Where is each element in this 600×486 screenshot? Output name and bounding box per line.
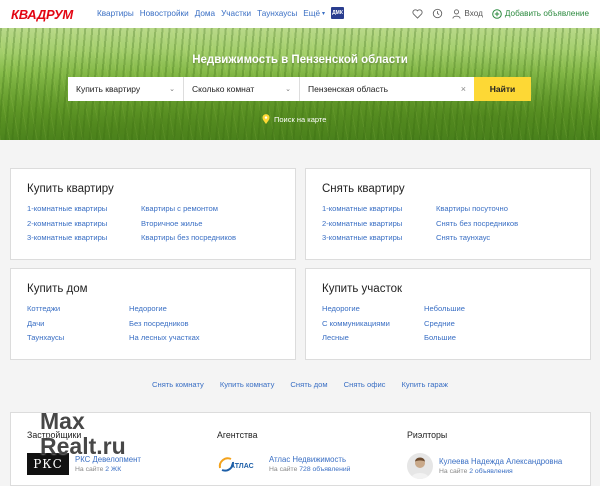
agency-name[interactable]: Атлас Недвижимость: [269, 455, 350, 464]
deal-type-select[interactable]: Купить квартиру ⌄: [68, 77, 184, 101]
main-nav: Квартиры Новостройки Дома Участки Таунха…: [97, 9, 325, 18]
link-item[interactable]: 1-комнатные квартиры: [322, 204, 436, 214]
agency-item[interactable]: АТЛАС Атлас Недвижимость На сайте 728 об…: [217, 453, 350, 475]
card-title[interactable]: Снять квартиру: [322, 183, 405, 195]
page-title: Недвижимость в Пензенской области: [192, 54, 408, 66]
user-icon: [452, 8, 461, 19]
history-icon[interactable]: [432, 8, 443, 19]
deal-type-value: Купить квартиру: [76, 84, 141, 94]
link-item[interactable]: Недорогие: [322, 304, 424, 314]
card-title[interactable]: Купить дом: [27, 283, 88, 295]
chevron-down-icon: ⌄: [169, 86, 175, 93]
link-item[interactable]: 3-комнатные квартиры: [322, 233, 436, 243]
quick-link-buy-garage[interactable]: Купить гараж: [401, 380, 447, 389]
nav-item-more[interactable]: Ещё ▾: [303, 9, 325, 18]
header-actions: Вход Добавить объявление: [412, 8, 589, 19]
map-search-link[interactable]: Поиск на карте: [262, 114, 326, 124]
agency-sub-count[interactable]: 728 объявлений: [299, 466, 350, 473]
login-button[interactable]: Вход: [452, 8, 483, 19]
plus-circle-icon: [492, 8, 502, 19]
link-item[interactable]: Коттеджи: [27, 304, 129, 314]
login-label: Вход: [464, 9, 483, 18]
developer-sub-prefix: На сайте: [75, 466, 104, 473]
link-item[interactable]: С коммуникациями: [322, 319, 424, 329]
link-item[interactable]: Без посредников: [129, 319, 200, 329]
link-item[interactable]: На лесных участках: [129, 333, 200, 343]
developer-sub-count[interactable]: 2 ЖК: [105, 466, 121, 473]
quick-link-buy-room[interactable]: Купить комнату: [220, 380, 275, 389]
link-item[interactable]: Таунхаусы: [27, 333, 129, 343]
agency-sub-prefix: На сайте: [269, 466, 298, 473]
map-search-label: Поиск на карте: [274, 114, 327, 124]
dmk-badge-icon[interactable]: ДМК: [331, 7, 344, 19]
nav-item-flats[interactable]: Квартиры: [97, 9, 134, 18]
location-value: Пензенская область: [308, 84, 389, 94]
link-item[interactable]: Квартиры посуточно: [436, 204, 518, 214]
card-buy-plot: Купить участок Недорогие С коммуникациям…: [305, 268, 591, 360]
nav-item-townhouses[interactable]: Таунхаусы: [257, 9, 297, 18]
link-item[interactable]: Средние: [424, 319, 465, 329]
realtor-name[interactable]: Кулеева Надежда Александровна: [439, 457, 562, 466]
link-item[interactable]: Квартиры без посредников: [141, 233, 236, 243]
clear-icon[interactable]: ×: [461, 84, 466, 94]
realtors-heading: Риэлторы: [407, 430, 448, 440]
top-header: КВАДРУМ Квартиры Новостройки Дома Участк…: [0, 0, 600, 28]
realtor-sub-count[interactable]: 2 объявления: [469, 468, 512, 475]
watermark-line1: Max: [40, 408, 85, 434]
realtor-item[interactable]: Кулеева Надежда Александровна На сайте 2…: [407, 453, 562, 479]
avatar: [407, 453, 433, 479]
search-bar: Купить квартиру ⌄ Сколько комнат ⌄ Пензе…: [68, 77, 531, 101]
site-logo[interactable]: КВАДРУМ: [11, 7, 73, 22]
svg-text:АТЛАС: АТЛАС: [230, 463, 254, 470]
add-listing-label: Добавить объявление: [504, 9, 589, 18]
rooms-value: Сколько комнат: [192, 84, 255, 94]
heart-icon[interactable]: [412, 8, 423, 19]
hero-banner: Недвижимость в Пензенской области Купить…: [0, 28, 600, 140]
chevron-down-icon: ⌄: [285, 86, 291, 93]
find-button[interactable]: Найти: [474, 77, 531, 101]
link-item[interactable]: Квартиры с ремонтом: [141, 204, 236, 214]
link-item[interactable]: Лесные: [322, 333, 424, 343]
quick-link-rent-house[interactable]: Снять дом: [290, 380, 327, 389]
card-title[interactable]: Купить квартиру: [27, 183, 114, 195]
nav-item-plots[interactable]: Участки: [221, 9, 251, 18]
quick-link-rent-room[interactable]: Снять комнату: [152, 380, 204, 389]
nav-item-houses[interactable]: Дома: [195, 9, 215, 18]
link-item[interactable]: 3-комнатные квартиры: [27, 233, 141, 243]
card-buy-house: Купить дом Коттеджи Дачи Таунхаусы Недор…: [10, 268, 296, 360]
location-input[interactable]: Пензенская область ×: [300, 77, 474, 101]
link-item[interactable]: Недорогие: [129, 304, 200, 314]
map-pin-icon: [262, 114, 270, 124]
link-item[interactable]: 2-комнатные квартиры: [322, 219, 436, 229]
link-item[interactable]: 2-комнатные квартиры: [27, 219, 141, 229]
card-rent-flat: Снять квартиру 1-комнатные квартиры 2-ко…: [305, 168, 591, 260]
agency-logo: АТЛАС: [217, 453, 263, 475]
rooms-select[interactable]: Сколько комнат ⌄: [184, 77, 300, 101]
link-item[interactable]: Небольшие: [424, 304, 465, 314]
card-title[interactable]: Купить участок: [322, 283, 402, 295]
realtor-sub-prefix: На сайте: [439, 468, 468, 475]
link-item[interactable]: 1-комнатные квартиры: [27, 204, 141, 214]
link-item[interactable]: Дачи: [27, 319, 129, 329]
quick-links: Снять комнату Купить комнату Снять дом С…: [0, 380, 600, 389]
nav-item-new-buildings[interactable]: Новостройки: [140, 9, 189, 18]
watermark: Max Realt.ru: [40, 410, 126, 458]
nav-more-label: Ещё: [303, 9, 321, 18]
watermark-line2: Realt.ru: [40, 433, 126, 459]
agencies-heading: Агентства: [217, 430, 258, 440]
chevron-down-icon: ▾: [322, 11, 326, 17]
add-listing-button[interactable]: Добавить объявление: [492, 8, 589, 19]
card-buy-flat: Купить квартиру 1-комнатные квартиры 2-к…: [10, 168, 296, 260]
quick-link-rent-office[interactable]: Снять офис: [344, 380, 386, 389]
link-item[interactable]: Снять без посредников: [436, 219, 518, 229]
link-item[interactable]: Большие: [424, 333, 465, 343]
link-item[interactable]: Снять таунхаус: [436, 233, 518, 243]
link-item[interactable]: Вторичное жилье: [141, 219, 236, 229]
